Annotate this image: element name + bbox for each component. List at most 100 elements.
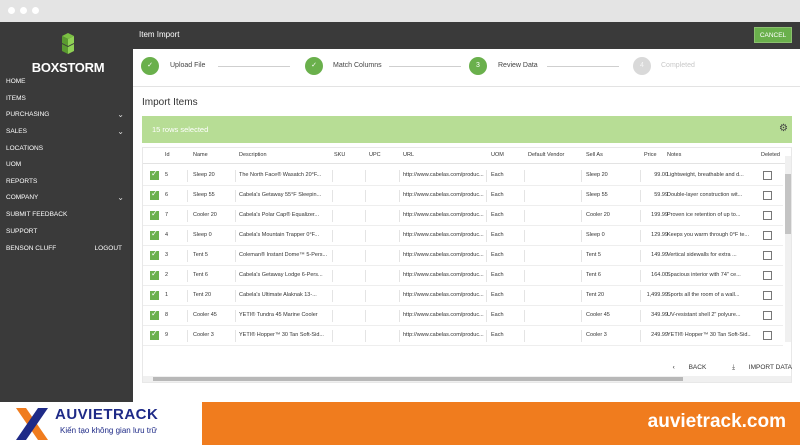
table-row[interactable]: 5 Sleep 20 The North Face® Wasatch 20°F...…: [143, 166, 783, 186]
cell-name[interactable]: Cooler 20: [193, 212, 235, 218]
cell-id[interactable]: 5: [165, 172, 185, 178]
table-row[interactable]: 7 Cooler 20 Cabela's Polar Cap® Equalizer.…: [143, 206, 783, 226]
deleted-checkbox[interactable]: [763, 271, 772, 280]
deleted-checkbox[interactable]: [763, 231, 772, 240]
cell-id[interactable]: 9: [165, 332, 185, 338]
deleted-checkbox[interactable]: [763, 171, 772, 180]
cell-id[interactable]: 2: [165, 272, 185, 278]
sidebar-item-reports[interactable]: REPORTS: [6, 175, 128, 189]
deleted-checkbox[interactable]: [763, 251, 772, 260]
cell-notes[interactable]: Lightweight, breathable and d...: [667, 172, 751, 178]
cell-id[interactable]: 6: [165, 192, 185, 198]
cell-url[interactable]: http://www.cabelas.com/produc...: [403, 192, 485, 198]
deleted-checkbox[interactable]: [763, 331, 772, 340]
cell-price[interactable]: 249.99: [623, 332, 668, 338]
col-sell-as[interactable]: Sell As: [586, 152, 603, 158]
table-row[interactable]: 8 Cooler 45 YETI® Tundra 45 Marine Cooler h…: [143, 306, 783, 326]
row-select-checkbox[interactable]: [150, 289, 159, 300]
col-id[interactable]: Id: [165, 152, 170, 158]
row-select-checkbox[interactable]: [150, 209, 159, 220]
col-price[interactable]: Price: [644, 152, 657, 158]
cell-price[interactable]: 99.00: [623, 172, 668, 178]
cell-url[interactable]: http://www.cabelas.com/produc...: [403, 292, 485, 298]
col-description[interactable]: Description: [239, 152, 267, 158]
row-select-checkbox[interactable]: [150, 229, 159, 240]
table-row[interactable]: 4 Sleep 0 Cabela's Mountain Trapper 0°F...…: [143, 226, 783, 246]
row-select-checkbox[interactable]: [150, 249, 159, 260]
col-notes[interactable]: Notes: [667, 152, 681, 158]
cell-desc[interactable]: YETI® Tundra 45 Marine Cooler: [239, 312, 331, 318]
cell-name[interactable]: Cooler 45: [193, 312, 235, 318]
col-default-vendor[interactable]: Default Vendor: [528, 152, 564, 158]
col-uom[interactable]: UOM: [491, 152, 504, 158]
cell-uom[interactable]: Each: [491, 332, 521, 338]
cancel-button[interactable]: CANCEL: [754, 27, 792, 43]
horizontal-scrollbar[interactable]: [143, 376, 791, 382]
table-row[interactable]: 6 Sleep 55 Cabela's Getaway 55°F Sleepin..…: [143, 186, 783, 206]
cell-price[interactable]: 349.99: [623, 312, 668, 318]
table-row[interactable]: 1 Tent 20 Cabela's Ultimate Alaknak 13-...…: [143, 286, 783, 306]
cell-price[interactable]: 164.00: [623, 272, 668, 278]
cell-notes[interactable]: Vertical sidewalls for extra ...: [667, 252, 751, 258]
cell-url[interactable]: http://www.cabelas.com/produc...: [403, 312, 485, 318]
gear-icon[interactable]: ⚙: [779, 123, 788, 134]
cell-name[interactable]: Tent 5: [193, 252, 235, 258]
sidebar-item-company[interactable]: COMPANY ⌄: [6, 191, 128, 205]
cell-uom[interactable]: Each: [491, 272, 521, 278]
sidebar-item-support[interactable]: SUPPORT: [6, 225, 128, 239]
cell-notes[interactable]: YETI® Hopper™ 30 Tan Soft-Sid...: [667, 332, 751, 338]
cell-url[interactable]: http://www.cabelas.com/produc...: [403, 332, 485, 338]
table-row[interactable]: 2 Tent 6 Cabela's Getaway Lodge 6-Pers... h…: [143, 266, 783, 286]
cell-name[interactable]: Tent 20: [193, 292, 235, 298]
deleted-checkbox[interactable]: [763, 311, 772, 320]
cell-name[interactable]: Tent 6: [193, 272, 235, 278]
sidebar-item-submit-feedback[interactable]: SUBMIT FEEDBACK: [6, 208, 128, 222]
row-select-checkbox[interactable]: [150, 189, 159, 200]
window-minimize-dot[interactable]: [20, 7, 27, 14]
cell-id[interactable]: 1: [165, 292, 185, 298]
cell-uom[interactable]: Each: [491, 232, 521, 238]
cell-notes[interactable]: Proven ice retention of up to...: [667, 212, 751, 218]
logout-link[interactable]: LOGOUT: [95, 242, 122, 256]
cell-uom[interactable]: Each: [491, 192, 521, 198]
cell-id[interactable]: 8: [165, 312, 185, 318]
cell-notes[interactable]: Sports all the room of a wall...: [667, 292, 751, 298]
cell-desc[interactable]: Cabela's Polar Cap® Equalizer...: [239, 212, 331, 218]
boxstorm-logo[interactable]: BOXSTORM: [28, 32, 108, 75]
vertical-scroll-thumb[interactable]: [785, 174, 791, 234]
row-select-checkbox[interactable]: [150, 329, 159, 340]
cell-desc[interactable]: Cabela's Mountain Trapper 0°F...: [239, 232, 331, 238]
window-maximize-dot[interactable]: [32, 7, 39, 14]
cell-notes[interactable]: Double-layer construction wit...: [667, 192, 751, 198]
row-select-checkbox[interactable]: [150, 309, 159, 320]
sidebar-item-home[interactable]: HOME: [6, 75, 128, 89]
cell-desc[interactable]: Cabela's Getaway Lodge 6-Pers...: [239, 272, 331, 278]
sidebar-item-items[interactable]: ITEMS: [6, 92, 128, 106]
horizontal-scroll-thumb[interactable]: [153, 377, 683, 381]
cell-uom[interactable]: Each: [491, 252, 521, 258]
col-deleted[interactable]: Deleted: [761, 152, 780, 158]
cell-desc[interactable]: Cabela's Ultimate Alaknak 13-...: [239, 292, 331, 298]
cell-name[interactable]: Sleep 55: [193, 192, 235, 198]
cell-url[interactable]: http://www.cabelas.com/produc...: [403, 252, 485, 258]
cell-name[interactable]: Cooler 3: [193, 332, 235, 338]
table-row[interactable]: 3 Tent 5 Coleman® Instant Dome™ 5-Pers... h…: [143, 246, 783, 266]
cell-id[interactable]: 7: [165, 212, 185, 218]
deleted-checkbox[interactable]: [763, 291, 772, 300]
table-row[interactable]: 9 Cooler 3 YETI® Hopper™ 30 Tan Soft-Sid..…: [143, 326, 783, 346]
cell-price[interactable]: 199.99: [623, 212, 668, 218]
cell-name[interactable]: Sleep 20: [193, 172, 235, 178]
col-name[interactable]: Name: [193, 152, 208, 158]
cell-name[interactable]: Sleep 0: [193, 232, 235, 238]
cell-url[interactable]: http://www.cabelas.com/produc...: [403, 172, 485, 178]
cell-url[interactable]: http://www.cabelas.com/produc...: [403, 272, 485, 278]
import-data-button[interactable]: ⤓ IMPORT DATA: [720, 364, 792, 371]
cell-price[interactable]: 149.99: [623, 252, 668, 258]
sidebar-item-sales[interactable]: SALES ⌄: [6, 125, 128, 139]
window-close-dot[interactable]: [8, 7, 15, 14]
row-select-checkbox[interactable]: [150, 269, 159, 280]
cell-notes[interactable]: UV-resistant shell 2" polyure...: [667, 312, 751, 318]
cell-price[interactable]: 59.99: [623, 192, 668, 198]
row-select-checkbox[interactable]: [150, 169, 159, 180]
sidebar-item-uom[interactable]: UOM: [6, 158, 128, 172]
